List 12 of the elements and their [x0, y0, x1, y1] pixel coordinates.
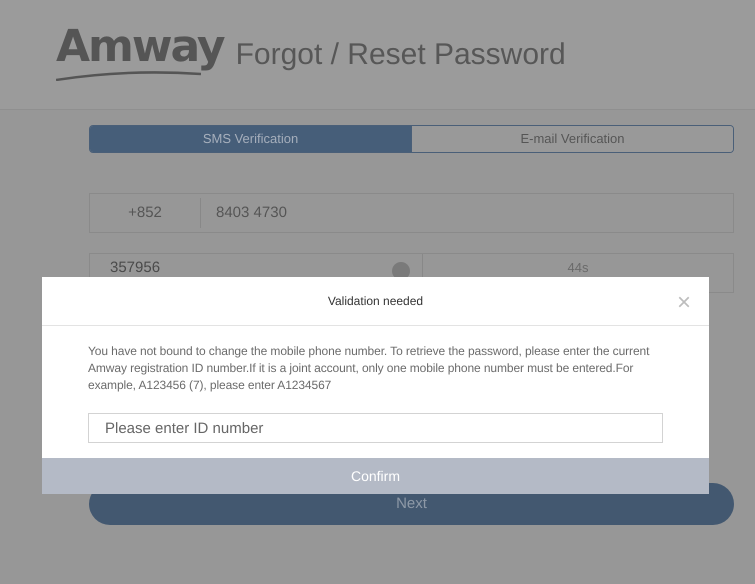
logo-text: Amway [56, 25, 224, 69]
tab[interactable]: E-mail Verification [411, 126, 733, 152]
dialog-title: Validation needed [328, 293, 424, 310]
swoosh-icon [56, 69, 201, 81]
close-button[interactable]: × [676, 291, 691, 315]
code-value: 357956 [110, 258, 162, 276]
tab[interactable]: SMS Verification [90, 126, 411, 152]
id-number-field[interactable]: Please enter ID number [88, 413, 663, 443]
page-title: Forgot / Reset Password [236, 37, 566, 73]
phone-field[interactable]: 8403 4730 [201, 202, 733, 224]
dialog-message: You have not bound to change the mobile phone number. To retrieve the password, please enter the current Amway registration ID number.If it is a joint account, only one mobile phone number must be entered.For example, A123456 (7), please enter A1234567 [88, 343, 650, 394]
country-code-field[interactable]: +852 [90, 198, 201, 228]
